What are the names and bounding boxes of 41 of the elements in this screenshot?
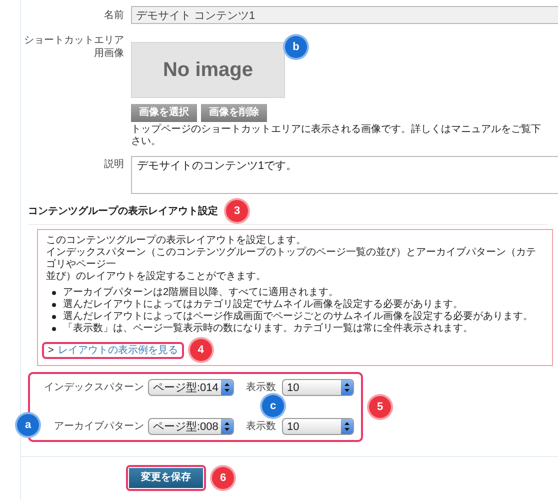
name-field[interactable]: デモサイト コンテンツ1 [131, 6, 558, 24]
stepper-icon [221, 419, 233, 434]
callout-badge: a [17, 414, 39, 436]
bullet-icon [52, 291, 56, 295]
save-button[interactable]: 変更を保存 [129, 468, 203, 488]
description-field[interactable]: デモサイトのコンテンツ1です。 [131, 156, 558, 194]
info-text: 並び）のレイアウトを設定することができます。 [46, 271, 267, 283]
pattern-label: アーカイブパターン [53, 420, 144, 433]
info-text: インデックスパターン（このコンテンツグループのトップのページ一覧の並び）とアーカイブパターン（カテゴリやページ一 [46, 247, 537, 270]
bullet-icon [52, 327, 56, 331]
select-field[interactable]: ページ型:008 [148, 418, 234, 435]
field-label: ショートカットエリア 用画像 [23, 34, 124, 61]
note-item: 「表示数」は、ページ一覧表示時の数になります。カテゴリ一覧は常に全件表示されます。 [63, 323, 473, 335]
select-field[interactable]: 10 [282, 418, 354, 435]
count-label: 表示数 [246, 381, 277, 394]
field-label: 名前 [103, 9, 124, 23]
field-label: 説明 [103, 158, 124, 172]
bullet-icon [52, 315, 56, 319]
help-text: トップページのショートカットエリアに表示される画像です。詳しくはマニュアルをご覧下さい。 [131, 124, 541, 148]
stepper-icon [221, 380, 233, 395]
callout-badge: 5 [369, 396, 391, 418]
callout-badge: 4 [190, 339, 212, 361]
callout-badge: b [285, 36, 307, 58]
select-field[interactable]: 10 [282, 379, 354, 396]
link-prefix: > [48, 344, 54, 356]
no-image-label: No image [162, 58, 254, 82]
callout-badge: 6 [212, 467, 234, 489]
info-text: このコンテンツグループの表示レイアウトを設定します。 [46, 235, 307, 246]
stepper-icon [341, 419, 353, 434]
callout-badge: 3 [226, 200, 248, 222]
callout-badge: c [262, 395, 284, 417]
pattern-label: インデックスパターン [43, 381, 144, 394]
note-item: 選んだレイアウトによってはページ作成画面でページごとのサムネイル画像を設定する必要があります。 [63, 311, 533, 322]
section-title: コンテンツグループの表示レイアウト設定 [28, 204, 218, 218]
note-item: 選んだレイアウトによってはカテゴリ設定でサムネイル画像を設定する必要があります。 [63, 299, 463, 310]
bullet-icon [52, 303, 56, 307]
note-item: アーカイブパターンは2階層目以降、すべてに適用されます。 [63, 287, 339, 298]
select-field[interactable]: ページ型:014 [148, 379, 234, 396]
count-label: 表示数 [246, 420, 277, 433]
stepper-icon [341, 380, 353, 395]
layout-example-link[interactable]: レイアウトの表示例を見る [58, 344, 178, 356]
